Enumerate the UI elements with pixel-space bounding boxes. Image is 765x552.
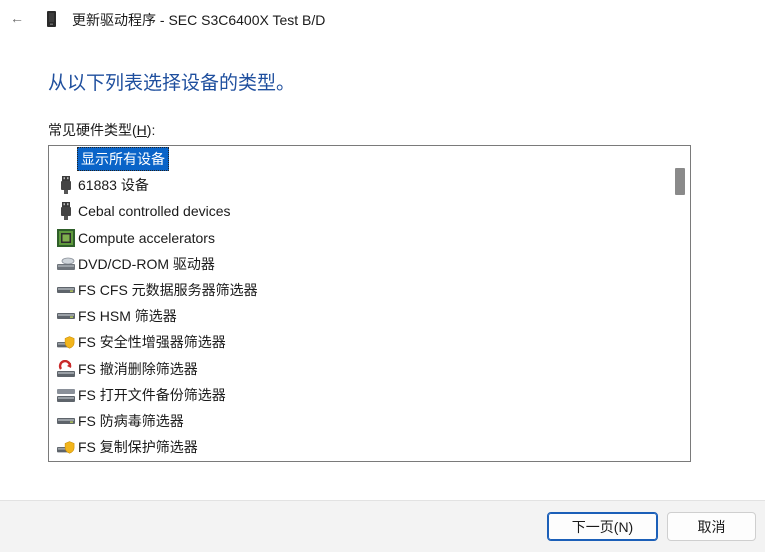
secure-drive-icon bbox=[57, 333, 75, 351]
list-item-label: Compute accelerators bbox=[78, 229, 215, 246]
list-item[interactable]: FS HSM 筛选器 bbox=[49, 303, 669, 329]
list-item-label: FS CFS 元数据服务器筛选器 bbox=[78, 282, 258, 299]
device-icon bbox=[47, 11, 56, 27]
list-item-label: Cebal controlled devices bbox=[78, 203, 231, 220]
list-item-label: 61883 设备 bbox=[78, 177, 149, 194]
next-button[interactable]: 下一页(N) bbox=[547, 512, 658, 541]
list-item-label: FS 复制保护筛选器 bbox=[78, 439, 198, 456]
list-label: 常见硬件类型(H): bbox=[48, 122, 156, 138]
list-item-label: DVD/CD-ROM 驱动器 bbox=[78, 255, 215, 272]
usb-plug-icon bbox=[57, 176, 75, 195]
page-heading: 从以下列表选择设备的类型。 bbox=[48, 73, 296, 94]
list-item[interactable]: FS CFS 元数据服务器筛选器 bbox=[49, 277, 669, 303]
disk-drive-icon bbox=[57, 307, 75, 325]
list-item-selected[interactable]: 显示所有设备 bbox=[49, 146, 669, 172]
list-item-label: FS 防病毒筛选器 bbox=[78, 412, 184, 429]
list-item[interactable]: FS 撤消删除筛选器 bbox=[49, 356, 669, 382]
list-item-label: FS 安全性增强器筛选器 bbox=[78, 334, 226, 351]
title-bar: ← 更新驱动程序 - SEC S3C6400X Test B/D bbox=[0, 0, 765, 38]
scrollbar-thumb[interactable] bbox=[675, 168, 685, 195]
list-item[interactable]: Cebal controlled devices bbox=[49, 198, 669, 224]
window-title: 更新驱动程序 - SEC S3C6400X Test B/D bbox=[72, 12, 326, 28]
dialog-footer: 下一页(N) 取消 bbox=[0, 500, 765, 552]
optical-drive-icon bbox=[57, 255, 75, 273]
cancel-button[interactable]: 取消 bbox=[667, 512, 756, 541]
vertical-scrollbar[interactable] bbox=[670, 146, 690, 461]
list-item[interactable]: 61883 设备 bbox=[49, 172, 669, 198]
list-item[interactable]: Compute accelerators bbox=[49, 225, 669, 251]
list-item[interactable]: DVD/CD-ROM 驱动器 bbox=[49, 251, 669, 277]
undelete-drive-icon bbox=[57, 359, 75, 378]
usb-plug-icon bbox=[57, 202, 75, 221]
list-item[interactable]: FS 复制保护筛选器 bbox=[49, 434, 669, 460]
secure-drive-icon bbox=[57, 438, 75, 456]
disk-drive-icon bbox=[57, 412, 75, 430]
backup-drive-icon bbox=[57, 386, 75, 404]
disk-drive-icon bbox=[57, 281, 75, 299]
list-item[interactable]: FS 安全性增强器筛选器 bbox=[49, 329, 669, 355]
list-item-label: FS 打开文件备份筛选器 bbox=[78, 386, 226, 403]
list-item[interactable]: FS 打开文件备份筛选器 bbox=[49, 382, 669, 408]
hardware-type-list[interactable]: 显示所有设备 61883 设备 Cebal controlled devices Co… bbox=[48, 145, 691, 462]
chip-icon bbox=[57, 228, 75, 247]
back-arrow-icon[interactable]: ← bbox=[8, 9, 26, 27]
list-item[interactable]: FS 防病毒筛选器 bbox=[49, 408, 669, 434]
list-item-label: FS HSM 筛选器 bbox=[78, 308, 177, 325]
list-item-label: 显示所有设备 bbox=[77, 147, 169, 172]
list-item-label: FS 撤消删除筛选器 bbox=[78, 360, 198, 377]
